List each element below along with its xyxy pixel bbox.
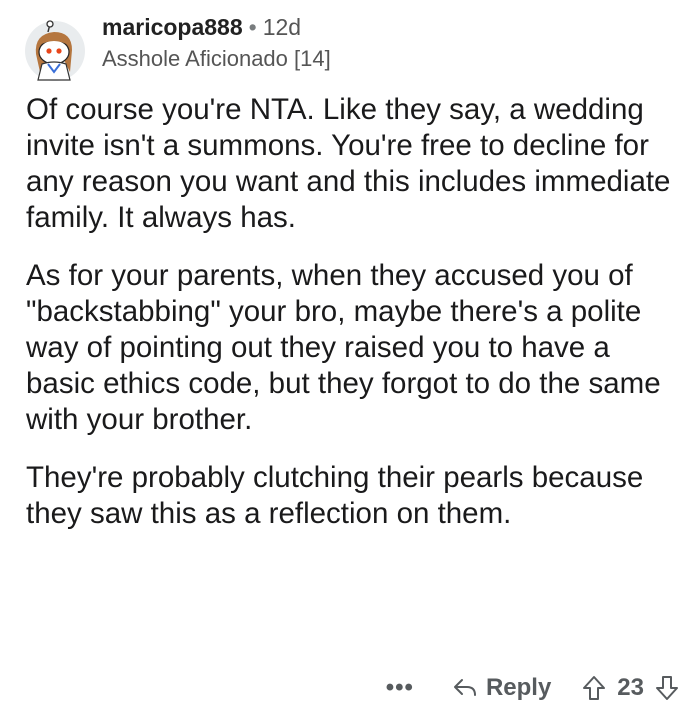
upvote-arrow-icon[interactable] [581, 674, 607, 702]
reply-button[interactable]: Reply [452, 674, 551, 702]
comment: maricopa888 • 12d Asshole Aficionado [14] … [0, 0, 700, 716]
comment-paragraph: They're probably clutching their pearls … [26, 461, 644, 530]
user-avatar-icon [25, 20, 85, 81]
comment-body: Of course you're NTA. Like they say, a w… [26, 92, 686, 554]
avatar[interactable] [24, 20, 86, 82]
comment-age: 12d [262, 14, 302, 40]
vote-controls: 23 [581, 674, 680, 702]
comment-paragraph: Of course you're NTA. Like they say, a w… [26, 93, 671, 234]
comment-meta: maricopa888 • 12d Asshole Aficionado [14] [102, 12, 331, 74]
downvote-arrow-icon[interactable] [654, 674, 680, 702]
username-link[interactable]: maricopa888 [102, 14, 243, 40]
comment-actions: ••• Reply 23 [386, 668, 680, 708]
comment-paragraph: As for your parents, when they accused y… [26, 259, 661, 436]
user-flair: Asshole Aficionado [14] [102, 46, 331, 71]
reply-label: Reply [485, 674, 552, 701]
vote-count: 23 [617, 674, 644, 701]
reply-arrow-icon [453, 679, 476, 696]
comment-meta-line: maricopa888 • 12d [102, 12, 331, 42]
meta-separator: • [248, 14, 257, 40]
more-options-button[interactable]: ••• [386, 674, 414, 702]
